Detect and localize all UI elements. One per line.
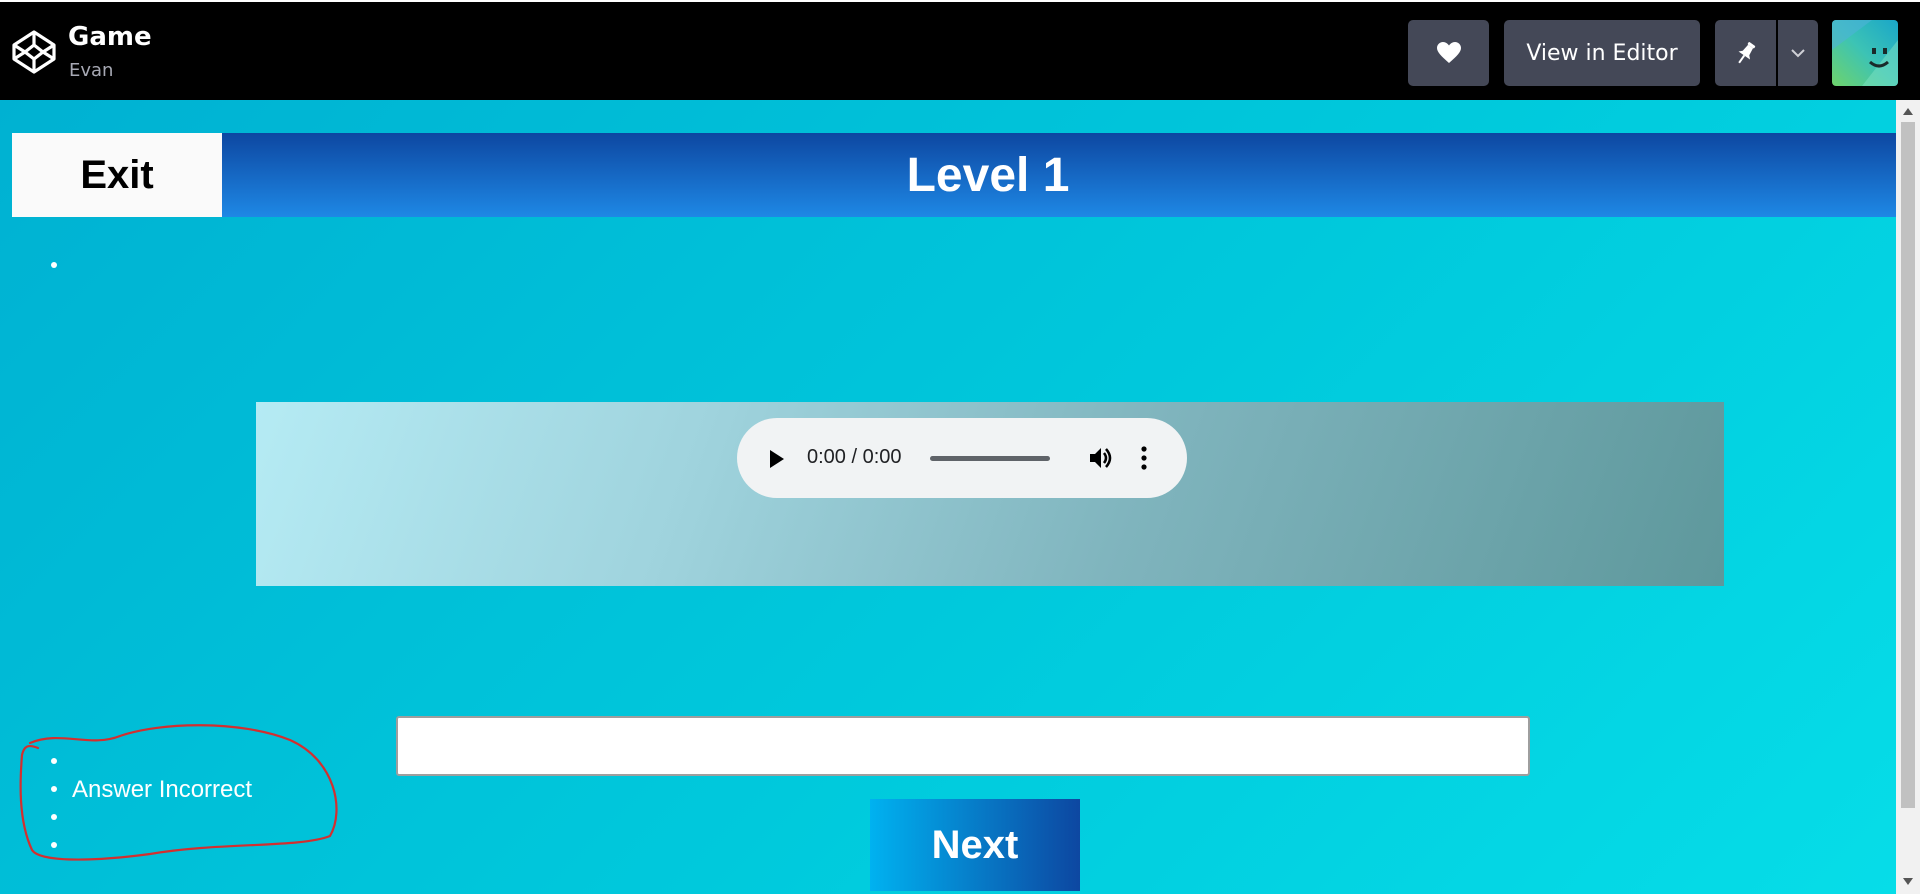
feedback-bullet — [51, 842, 57, 848]
game-stage: Exit Level 1 0:00 / 0:00 Next — [0, 100, 1896, 894]
audio-progress-slider[interactable] — [930, 456, 1050, 461]
chevron-down-icon — [1791, 49, 1805, 58]
page-scrollbar[interactable] — [1896, 100, 1920, 894]
audio-player[interactable]: 0:00 / 0:00 — [737, 418, 1187, 498]
feedback-item: Answer Incorrect — [72, 776, 253, 803]
view-in-editor-button[interactable]: View in Editor — [1504, 20, 1700, 86]
level-title: Level 1 — [906, 148, 1070, 202]
red-annotation-circle — [19, 724, 338, 861]
volume-icon[interactable] — [1087, 444, 1115, 472]
love-button[interactable] — [1408, 20, 1489, 86]
pin-button[interactable] — [1715, 20, 1776, 86]
audio-time: 0:00 / 0:00 — [807, 446, 902, 468]
scroll-down-arrow-icon[interactable] — [1903, 878, 1913, 885]
pen-author[interactable]: Evan — [69, 60, 113, 81]
answer-input[interactable] — [396, 716, 1530, 776]
pin-icon — [1737, 42, 1755, 64]
scrollbar-thumb[interactable] — [1901, 122, 1915, 808]
heart-icon — [1436, 42, 1461, 63]
feedback-bullet — [51, 814, 57, 820]
avatar-image — [1832, 20, 1898, 86]
pen-title: Game — [68, 22, 152, 52]
next-button[interactable]: Next — [870, 799, 1080, 891]
play-icon[interactable] — [770, 450, 784, 468]
more-options-icon[interactable] — [1141, 446, 1147, 470]
codepen-logo-icon[interactable] — [10, 28, 58, 76]
pin-dropdown-button[interactable] — [1778, 20, 1818, 86]
top-bar: Game Evan View in Editor — [0, 2, 1920, 100]
feedback-bullet — [51, 786, 57, 792]
user-avatar[interactable] — [1832, 20, 1898, 86]
scroll-up-arrow-icon[interactable] — [1903, 108, 1913, 115]
feedback-bullet — [51, 758, 57, 764]
